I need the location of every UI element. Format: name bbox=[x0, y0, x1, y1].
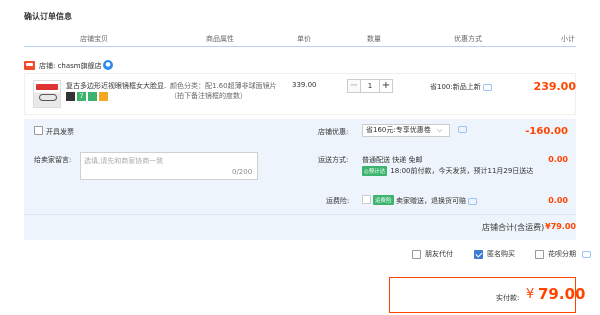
friend-pay-option[interactable]: 朋友代付 bbox=[412, 249, 453, 259]
item-discount-label: 省100:新品上新 bbox=[430, 83, 481, 91]
payment-label: 实付款: bbox=[496, 294, 520, 302]
shop-total-value: ¥79.00 bbox=[545, 222, 576, 231]
badge-icon bbox=[99, 92, 108, 101]
col-header-subtotal: 小计 bbox=[561, 35, 575, 43]
help-icon[interactable] bbox=[468, 197, 477, 205]
badge-icon bbox=[88, 92, 97, 101]
installment-checkbox[interactable] bbox=[535, 249, 544, 259]
shop-total-label: 店铺合计(含运费) bbox=[482, 223, 545, 232]
col-header-price: 单价 bbox=[297, 35, 311, 43]
shop-name[interactable]: 店铺: chasm旗舰店 bbox=[39, 61, 102, 71]
product-property: 颜色分类：配1.60超薄非球面镜片（拍下备注镜框的度数） bbox=[170, 82, 277, 100]
coupon-value: -160.00 bbox=[525, 126, 568, 137]
quantity-plus-button[interactable]: + bbox=[379, 79, 393, 93]
invoice-checkbox[interactable] bbox=[34, 126, 43, 135]
shipping-estimate: ◎预计达 18:00前付款，今天发货，预计11月29日送达 bbox=[362, 166, 533, 176]
shipping-label: 运送方式: bbox=[318, 156, 349, 164]
chat-icon[interactable] bbox=[482, 83, 492, 91]
shipping-method: 普通配送 快递 免邮 bbox=[362, 156, 423, 164]
insurance-value: 0.00 bbox=[548, 196, 568, 205]
header-divider bbox=[24, 46, 576, 47]
installment-label[interactable]: 花呗分期 bbox=[548, 249, 576, 259]
anonymous-checkbox[interactable] bbox=[474, 249, 483, 259]
shop-chat-icon[interactable]: ● bbox=[103, 60, 113, 70]
item-subtotal: 239.00 bbox=[533, 80, 576, 93]
product-name[interactable]: 复古多边形近视眼镜框女大脸显... bbox=[66, 81, 166, 91]
memo-char-count: 0/200 bbox=[232, 168, 253, 176]
panel-divider bbox=[24, 214, 576, 215]
badge-icon: 7 bbox=[77, 92, 86, 101]
anonymous-label[interactable]: 匿名购买 bbox=[487, 249, 515, 259]
badge-icon bbox=[66, 92, 75, 101]
shop-icon bbox=[24, 61, 35, 70]
coupon-label: 店铺优惠: bbox=[318, 128, 349, 136]
payment-currency: ¥ bbox=[526, 287, 535, 302]
insurance-checkbox bbox=[362, 195, 371, 204]
insurance-text: 卖家赠送，退换货可赔 bbox=[396, 196, 477, 206]
col-header-item: 店铺宝贝 bbox=[80, 35, 108, 43]
shipping-value: 0.00 bbox=[548, 155, 568, 164]
memo-placeholder: 选填,请先和商家协商一致 bbox=[84, 157, 164, 165]
payment-amount: 79.00 bbox=[538, 285, 586, 303]
product-badges: 7 bbox=[66, 92, 108, 101]
eta-text: 18:00前付款，今天发货，预计11月29日送达 bbox=[390, 167, 534, 175]
memo-label: 给卖家留言: bbox=[34, 156, 72, 164]
quantity-input[interactable]: 1 bbox=[361, 79, 379, 93]
installment-option[interactable]: 花呗分期 bbox=[535, 249, 591, 259]
friend-pay-checkbox[interactable] bbox=[412, 249, 421, 259]
insurance-badge: 运费险 bbox=[373, 195, 394, 205]
col-header-quantity: 数量 bbox=[367, 35, 381, 43]
page-title: 确认订单信息 bbox=[24, 12, 72, 21]
quantity-minus-button[interactable]: − bbox=[347, 79, 361, 93]
col-header-property: 商品属性 bbox=[206, 35, 234, 43]
insurance-text-label: 卖家赠送，退换货可赔 bbox=[396, 197, 466, 205]
chevron-down-icon[interactable]: ⌵ bbox=[437, 126, 442, 135]
friend-pay-label[interactable]: 朋友代付 bbox=[425, 249, 453, 259]
product-thumbnail[interactable] bbox=[33, 80, 61, 108]
anonymous-option[interactable]: 匿名购买 bbox=[474, 249, 515, 259]
col-header-discount: 优惠方式 bbox=[454, 35, 482, 43]
quantity-stepper: − 1 + bbox=[347, 79, 393, 93]
eta-badge: ◎预计达 bbox=[362, 166, 388, 176]
chat-icon[interactable] bbox=[458, 126, 467, 133]
invoice-label[interactable]: 开具发票 bbox=[46, 127, 74, 137]
chat-icon[interactable] bbox=[582, 250, 591, 258]
insurance-label: 运费险: bbox=[326, 197, 350, 205]
item-discount: 省100:新品上新 bbox=[430, 82, 492, 92]
unit-price: 339.00 bbox=[292, 81, 317, 89]
